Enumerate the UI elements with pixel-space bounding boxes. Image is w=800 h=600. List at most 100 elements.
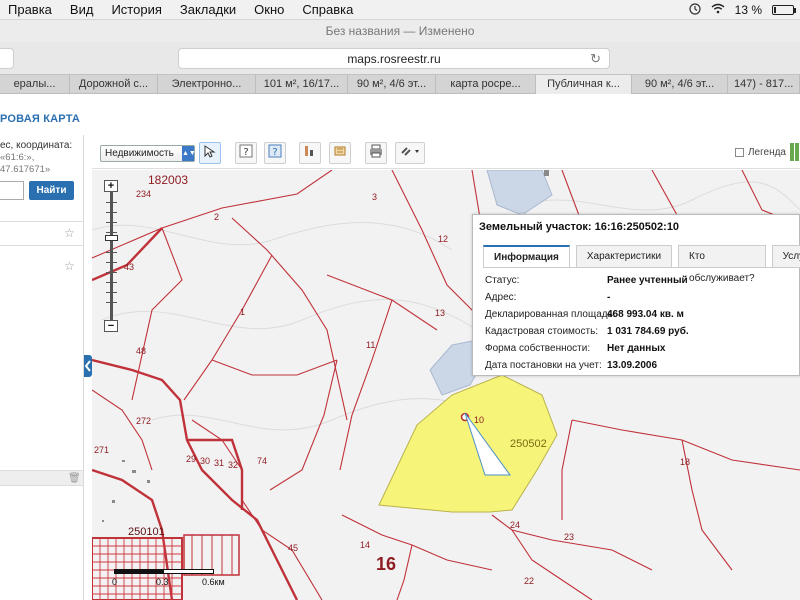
menu-item-help[interactable]: Справка [302,2,353,17]
link-button[interactable] [395,142,425,164]
tab-6-active[interactable]: Публичная к... [536,75,632,94]
map-label-31: 31 [214,458,224,468]
zoom-control[interactable]: + − [104,180,120,332]
zoom-tick [106,202,117,203]
window-titlebar: Без названия — Изменено [0,20,800,42]
zoom-tick [106,292,117,293]
query-tool-button[interactable]: ? [264,142,286,164]
tab-information[interactable]: Информация [483,245,570,267]
zoom-out-button[interactable]: − [104,320,118,332]
map-label-24: 24 [510,520,520,530]
map-label-2: 2 [214,212,219,222]
tab-3[interactable]: 101 м², 16/17... [256,75,348,94]
back-button[interactable] [0,48,14,69]
menu-item-view[interactable]: Вид [70,2,94,17]
print-button[interactable] [365,142,387,164]
zoom-tick [106,252,117,253]
search-example-2: 47.617671» [0,164,51,175]
menu-item-edit[interactable]: Правка [8,2,52,17]
map-label-3: 3 [372,192,377,202]
map-label-11: 11 [366,340,375,350]
search-hint: ес, координата: [0,140,73,151]
map-label-32: 32 [228,460,238,470]
scale-bar: 0 0.3 0.6км [108,569,225,591]
map-label-250502: 250502 [510,438,547,450]
zoom-in-button[interactable]: + [104,180,118,192]
wifi-icon[interactable] [711,3,725,17]
identify-tool-button[interactable] [199,142,221,164]
trash-icon[interactable]: 🗑 [68,473,81,484]
tab-services[interactable]: Услу [771,245,800,267]
divider [0,245,83,246]
cadastral-value-label: Кадастровая стоимость: [485,326,599,337]
map-label-74: 74 [257,456,267,466]
map-label-13: 13 [435,308,445,318]
mac-menubar: Правка Вид История Закладки Окно Справка… [0,0,800,20]
zoom-tick [106,212,117,213]
zoom-tick [106,272,117,273]
status-label: Статус: [485,275,520,286]
height-tool-button[interactable] [299,142,321,164]
legend-checkbox[interactable] [734,148,744,157]
status-value: Ранее учтенный [607,275,688,286]
tab-7[interactable]: 90 м², 4/6 эт... [632,75,728,94]
ownership-value: Нет данных [607,343,666,354]
tab-8[interactable]: 147) - 817... [728,75,800,94]
legend-toggle[interactable]: Легенда [734,147,786,158]
tab-5[interactable]: карта росре... [436,75,536,94]
zoom-tick [106,262,117,263]
address-bar[interactable]: maps.rosreestr.ru ↻ [178,48,610,69]
star-icon[interactable]: ☆ [64,227,76,239]
menu-item-bookmarks[interactable]: Закладки [180,2,236,17]
map-label-272: 272 [136,416,151,426]
reload-icon[interactable]: ↻ [590,49,601,69]
star-icon[interactable]: ☆ [64,260,76,272]
map-toolbar: Недвижимость ▲▼ ? ? Легенда [92,139,800,169]
app-title: РОВАЯ КАРТА [0,113,81,125]
left-panel: ес, координата: «61:6:», 47.617671» Найт… [0,135,84,600]
divider [483,267,800,268]
tab-who-serves[interactable]: Кто обслуживает? [678,245,766,284]
map-label-250101: 250101 [128,526,165,538]
map-label-10: 10 [474,415,484,425]
search-input[interactable] [0,181,24,200]
browser-toolbar: maps.rosreestr.ru ↻ [0,42,800,74]
scale-end: 0.6км [202,577,225,587]
tab-1[interactable]: Дорожной с... [70,75,158,94]
map-label-18: 18 [680,457,690,467]
tab-2[interactable]: Электронно... [158,75,256,94]
registration-date-value: 13.09.2006 [607,360,658,371]
layer-select-value: Недвижимость [105,148,174,159]
chevron-down-icon: ▲▼ [182,146,196,161]
info-tool-button[interactable]: ? [235,142,257,164]
area-value: 468 993.04 кв. м [607,309,684,320]
map-label-271: 271 [94,445,109,455]
registration-date-label: Дата постановки на учет: [485,360,602,371]
collapse-panel-button[interactable] [84,355,92,377]
area-tool-button[interactable] [329,142,351,164]
map-label-12: 12 [438,234,448,244]
zoom-thumb[interactable] [105,235,118,241]
menu-item-history[interactable]: История [111,2,161,17]
map-label-182003: 182003 [148,173,188,187]
menu-item-window[interactable]: Окно [254,2,284,17]
layer-select[interactable]: Недвижимость ▲▼ [100,145,196,162]
clock-icon[interactable] [689,2,701,18]
map-label-16: 16 [376,554,396,574]
parcel-info-popup: Земельный участок: 16:16:250502:10 Инфор… [472,214,800,376]
tab-characteristics[interactable]: Характеристики [575,245,673,267]
battery-icon[interactable] [772,5,796,15]
map-label-234: 234 [136,189,151,199]
zoom-tick [106,302,117,303]
zoom-tick [106,232,117,233]
address-label: Адрес: [485,292,517,303]
basemap-switch-button[interactable] [790,143,800,161]
address-value: - [607,292,611,303]
ownership-label: Форма собственности: [485,343,591,354]
map-label-30: 30 [200,456,210,466]
battery-percent: 13 % [734,3,762,17]
tab-0[interactable]: ералы... [0,75,70,94]
tab-4[interactable]: 90 м², 4/6 эт... [348,75,436,94]
panel-footer: 🗑 [0,470,83,486]
find-button[interactable]: Найти [29,181,74,200]
